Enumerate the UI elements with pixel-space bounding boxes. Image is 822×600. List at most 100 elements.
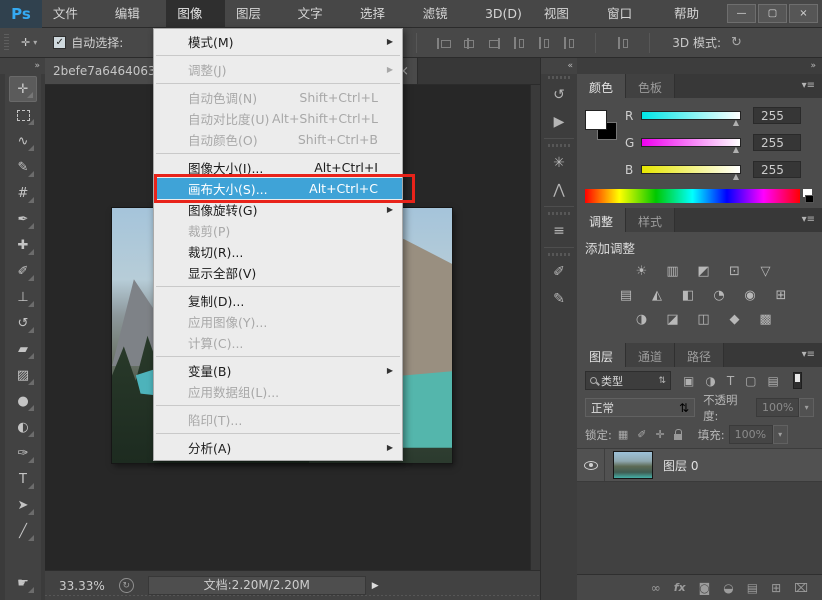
menu-item-crop[interactable]: 裁剪(P) — [154, 220, 402, 241]
dock-collapse-icon[interactable]: « — [541, 58, 577, 74]
menu-image[interactable]: 图像(I) — [166, 0, 225, 28]
new-layer-icon[interactable]: ⊞ — [771, 581, 781, 595]
document-sizes[interactable]: 文档:2.20M/2.20M — [148, 576, 366, 595]
3d-orbit-icon[interactable]: ↻ — [731, 35, 742, 50]
tab-paths[interactable]: 路径 — [675, 343, 724, 367]
lasso-tool[interactable]: ∿ — [9, 128, 37, 154]
healing-brush-tool[interactable]: ✚ — [9, 232, 37, 258]
menu-item-adjustments[interactable]: 调整(J) ▶ — [154, 59, 402, 80]
maximize-button[interactable]: ▢ — [758, 4, 787, 23]
eraser-tool[interactable]: ▰ — [9, 336, 37, 362]
history-brush-tool[interactable]: ↺ — [9, 310, 37, 336]
properties-icon[interactable]: ≡ — [544, 217, 574, 244]
menu-item-auto-tone[interactable]: 自动色调(N) Shift+Ctrl+L — [154, 87, 402, 108]
vibrance-icon[interactable]: ▽ — [755, 263, 777, 281]
layer-mask-icon[interactable]: ◙ — [699, 581, 711, 595]
clone-stamp-tool[interactable]: ⊥ — [9, 284, 37, 310]
dodge-tool[interactable]: ◐ — [9, 414, 37, 440]
red-value-field[interactable]: 255 — [753, 107, 801, 124]
distribute-vertical-centers-icon[interactable] — [537, 37, 550, 49]
menu-view[interactable]: 视图(V) — [533, 0, 596, 28]
menu-item-calculations[interactable]: 计算(C)... — [154, 332, 402, 353]
tools-collapse-icon[interactable]: » — [0, 58, 45, 74]
menu-item-variables[interactable]: 变量(B) ▶ — [154, 360, 402, 381]
posterize-icon[interactable]: ◪ — [662, 311, 684, 329]
menu-item-auto-contrast[interactable]: 自动对比度(U) Alt+Shift+Ctrl+L — [154, 108, 402, 129]
menu-file[interactable]: 文件(F) — [42, 0, 104, 28]
exposure-icon[interactable]: ⊡ — [724, 263, 746, 281]
align-left-edges-icon[interactable] — [437, 37, 450, 49]
pen-tool[interactable]: ✑ — [9, 440, 37, 466]
slider-handle-icon[interactable]: ▲ — [733, 145, 739, 154]
panel-menu-icon[interactable]: ▾≡ — [795, 74, 822, 98]
opacity-dropdown-icon[interactable]: ▾ — [799, 398, 814, 417]
rectangular-marquee-tool[interactable] — [9, 102, 37, 128]
tab-swatches[interactable]: 色板 — [626, 74, 675, 98]
tab-adjustments[interactable]: 调整 — [577, 208, 626, 232]
menu-item-image-rotation[interactable]: 图像旋转(G) ▶ — [154, 199, 402, 220]
menu-filter[interactable]: 滤镜(T) — [412, 0, 474, 28]
close-button[interactable]: × — [789, 4, 818, 23]
navigator-icon[interactable]: ✳ — [544, 149, 574, 176]
menu-item-mode[interactable]: 模式(M) ▶ — [154, 31, 402, 52]
foreground-color-swatch[interactable] — [585, 110, 607, 130]
layer-filter-type-select[interactable]: 类型 ⇅ — [585, 371, 671, 390]
selective-color-icon[interactable]: ▩ — [755, 311, 777, 329]
black-white-icon[interactable]: ◧ — [677, 287, 699, 305]
brush-tool[interactable]: ✐ — [9, 258, 37, 284]
eyedropper-tool[interactable]: ✒ — [9, 206, 37, 232]
gradient-tool[interactable]: ▨ — [9, 362, 37, 388]
align-horizontal-centers-icon[interactable] — [462, 37, 475, 49]
gradient-map-icon[interactable]: ◆ — [724, 311, 746, 329]
menu-select[interactable]: 选择(S) — [349, 0, 412, 28]
move-tool[interactable]: ✛ — [9, 76, 37, 102]
hand-tool[interactable]: ☛ — [9, 570, 37, 596]
new-adjustment-layer-icon[interactable]: ◒ — [723, 581, 733, 595]
type-tool[interactable]: T — [9, 466, 37, 492]
distribute-horizontal-icon[interactable] — [616, 37, 629, 49]
menu-layer[interactable]: 图层(L) — [225, 0, 287, 28]
tab-channels[interactable]: 通道 — [626, 343, 675, 367]
auto-select-checkbox[interactable]: ✓ — [53, 36, 66, 49]
color-lookup-icon[interactable]: ⊞ — [770, 287, 792, 305]
menu-item-trim[interactable]: 裁切(R)... — [154, 241, 402, 262]
menu-item-apply-image[interactable]: 应用图像(Y)... — [154, 311, 402, 332]
slider-handle-icon[interactable]: ▲ — [733, 172, 739, 181]
layer-thumbnail[interactable] — [613, 451, 653, 479]
color-balance-icon[interactable]: ◭ — [646, 287, 668, 305]
color-spectrum-ramp[interactable] — [585, 189, 800, 203]
menu-3d[interactable]: 3D(D) — [474, 0, 533, 28]
zoom-level[interactable]: 33.33% — [59, 579, 105, 593]
brush-presets-icon[interactable]: ✎ — [544, 285, 574, 312]
align-right-edges-icon[interactable] — [487, 37, 500, 49]
status-flyout-icon[interactable]: ▶ — [372, 581, 379, 591]
quick-selection-tool[interactable]: ✎ — [9, 154, 37, 180]
lock-all-icon[interactable] — [674, 434, 682, 440]
histogram-icon[interactable]: ⋀ — [544, 176, 574, 203]
line-tool[interactable]: ╱ — [9, 518, 37, 544]
lock-position-icon[interactable]: ✛ — [656, 428, 665, 441]
invert-icon[interactable]: ◑ — [631, 311, 653, 329]
filter-smart-objects-icon[interactable]: ▤ — [768, 374, 779, 388]
panel-menu-icon[interactable]: ▾≡ — [795, 343, 822, 367]
history-icon[interactable]: ↺ — [544, 81, 574, 108]
filter-shape-layers-icon[interactable]: ▢ — [745, 374, 756, 388]
brush-icon[interactable]: ✐ — [544, 258, 574, 285]
opacity-field[interactable]: 100% — [756, 398, 799, 417]
blue-value-field[interactable]: 255 — [753, 161, 801, 178]
filter-adjustment-layers-icon[interactable]: ◑ — [705, 374, 715, 388]
tab-layers[interactable]: 图层 — [577, 343, 626, 367]
curves-icon[interactable]: ◩ — [693, 263, 715, 281]
menu-item-apply-data-set[interactable]: 应用数据组(L)... — [154, 381, 402, 402]
canvas-vertical-scrollbar[interactable] — [530, 85, 540, 570]
filter-switch-toggle[interactable] — [793, 372, 802, 389]
lock-pixels-icon[interactable]: ✐ — [637, 428, 646, 441]
black-swatch[interactable] — [805, 195, 814, 203]
menu-item-trap[interactable]: 陷印(T)... — [154, 409, 402, 430]
tab-color[interactable]: 颜色 — [577, 74, 626, 98]
crop-tool[interactable]: # — [9, 180, 37, 206]
panel-menu-icon[interactable]: ▾≡ — [795, 208, 822, 232]
fill-dropdown-icon[interactable]: ▾ — [773, 425, 788, 444]
current-tool-indicator[interactable]: ✛ ▾ — [15, 36, 43, 49]
menu-item-auto-color[interactable]: 自动颜色(O) Shift+Ctrl+B — [154, 129, 402, 150]
